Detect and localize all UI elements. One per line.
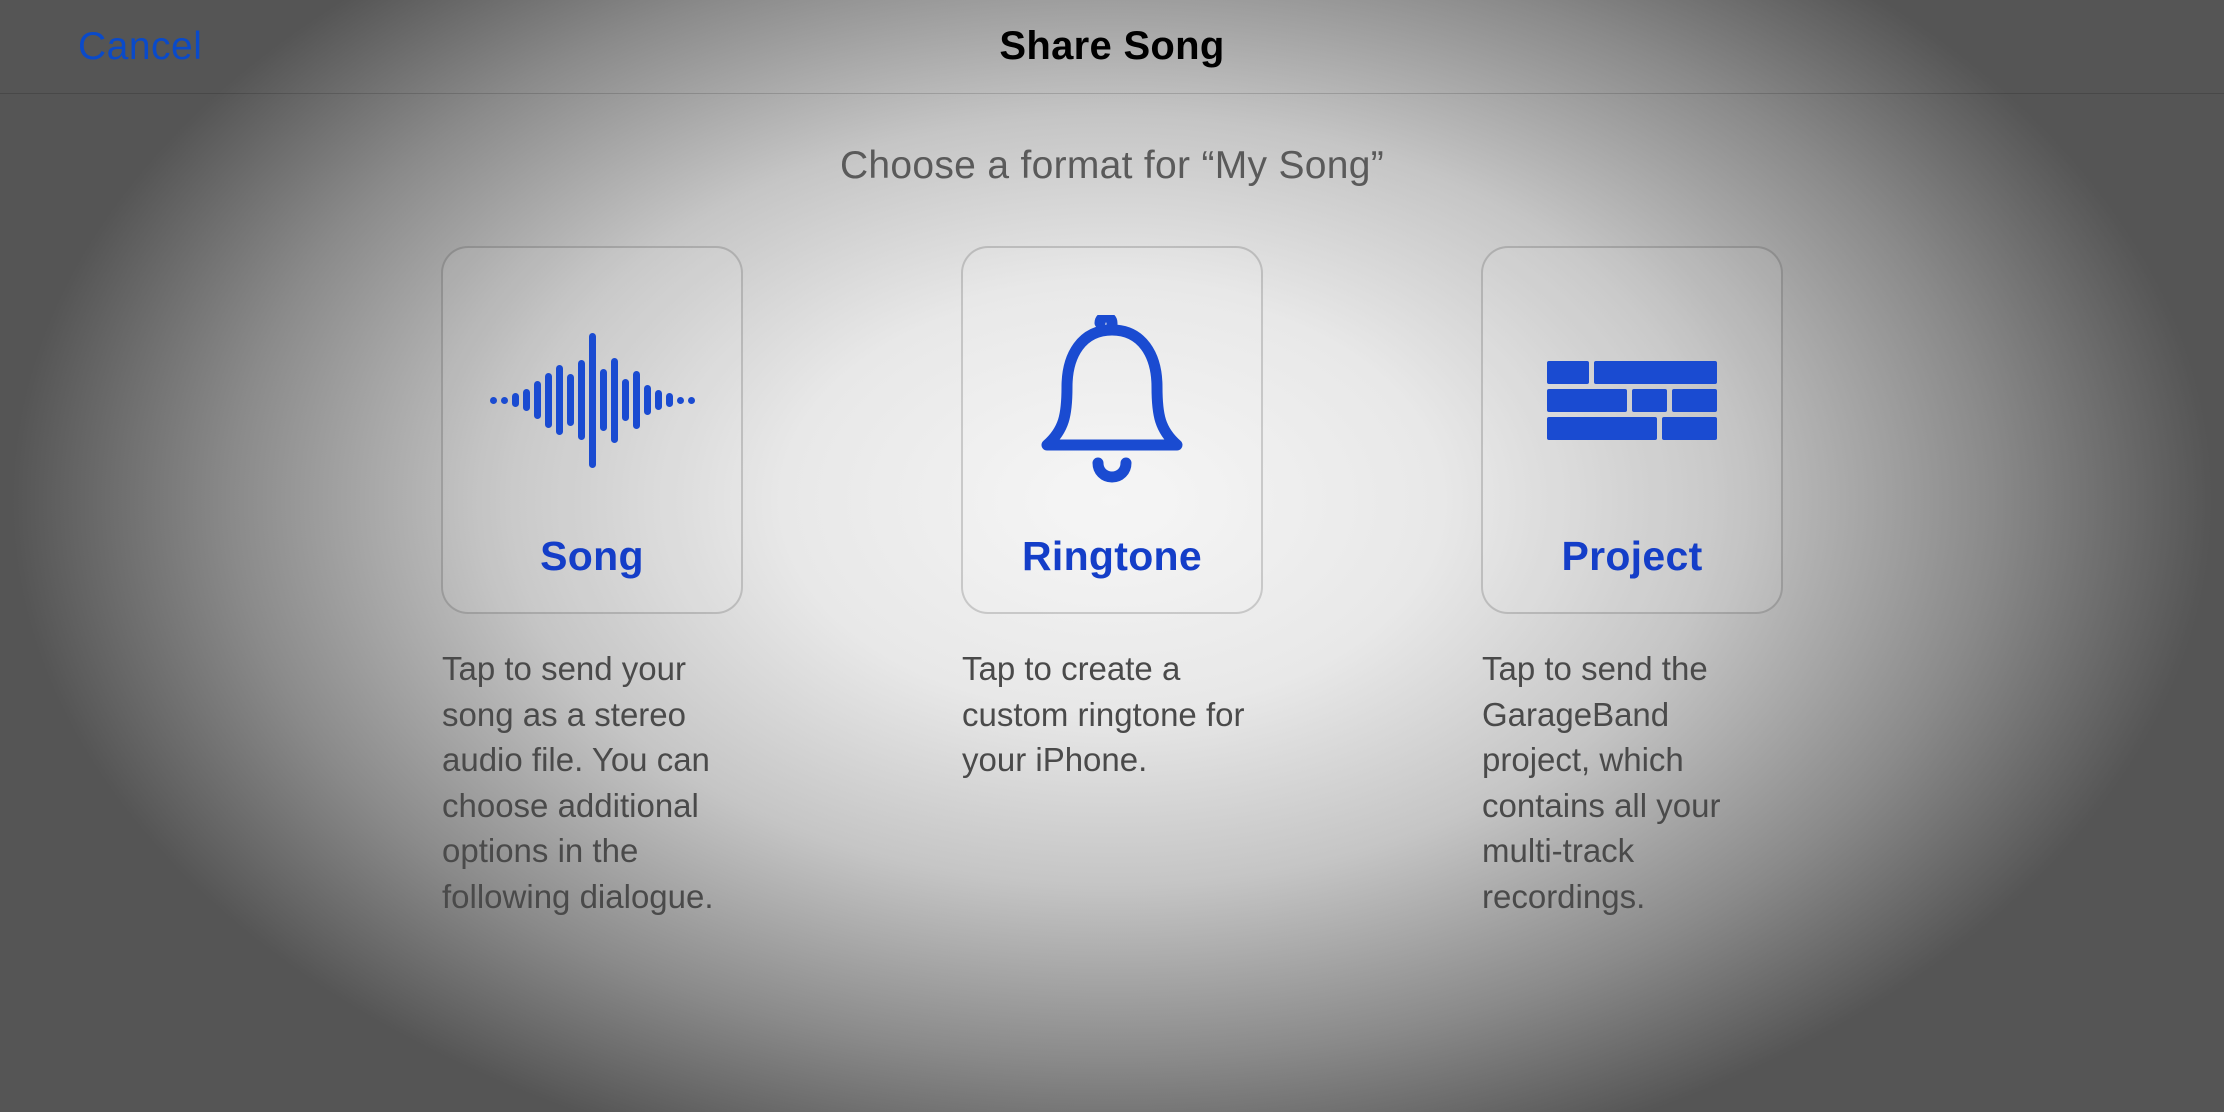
tracks-icon [1547, 305, 1717, 495]
option-card-project[interactable]: Project [1481, 246, 1783, 614]
option-desc-ringtone: Tap to create a custom ringtone for your… [962, 646, 1262, 783]
bell-icon [1032, 305, 1192, 495]
option-desc-project: Tap to send the GarageBand project, whic… [1482, 646, 1782, 919]
format-prompt: Choose a format for “My Song” [0, 144, 2224, 188]
option-col-ringtone: Ringtone Tap to create a custom ringtone… [952, 246, 1272, 919]
option-card-ringtone[interactable]: Ringtone [961, 246, 1263, 614]
option-desc-song: Tap to send your song as a stereo audio … [442, 646, 742, 919]
options-row: Song Tap to send your song as a stereo a… [0, 246, 2224, 919]
header-bar: Cancel Share Song [0, 0, 2224, 94]
option-label-song: Song [540, 533, 644, 580]
option-col-song: Song Tap to send your song as a stereo a… [432, 246, 752, 919]
option-label-ringtone: Ringtone [1022, 533, 1202, 580]
waveform-icon [490, 305, 695, 495]
cancel-button[interactable]: Cancel [78, 25, 202, 69]
option-card-song[interactable]: Song [441, 246, 743, 614]
option-label-project: Project [1561, 533, 1702, 580]
option-col-project: Project Tap to send the GarageBand proje… [1472, 246, 1792, 919]
page-title: Share Song [999, 24, 1224, 69]
